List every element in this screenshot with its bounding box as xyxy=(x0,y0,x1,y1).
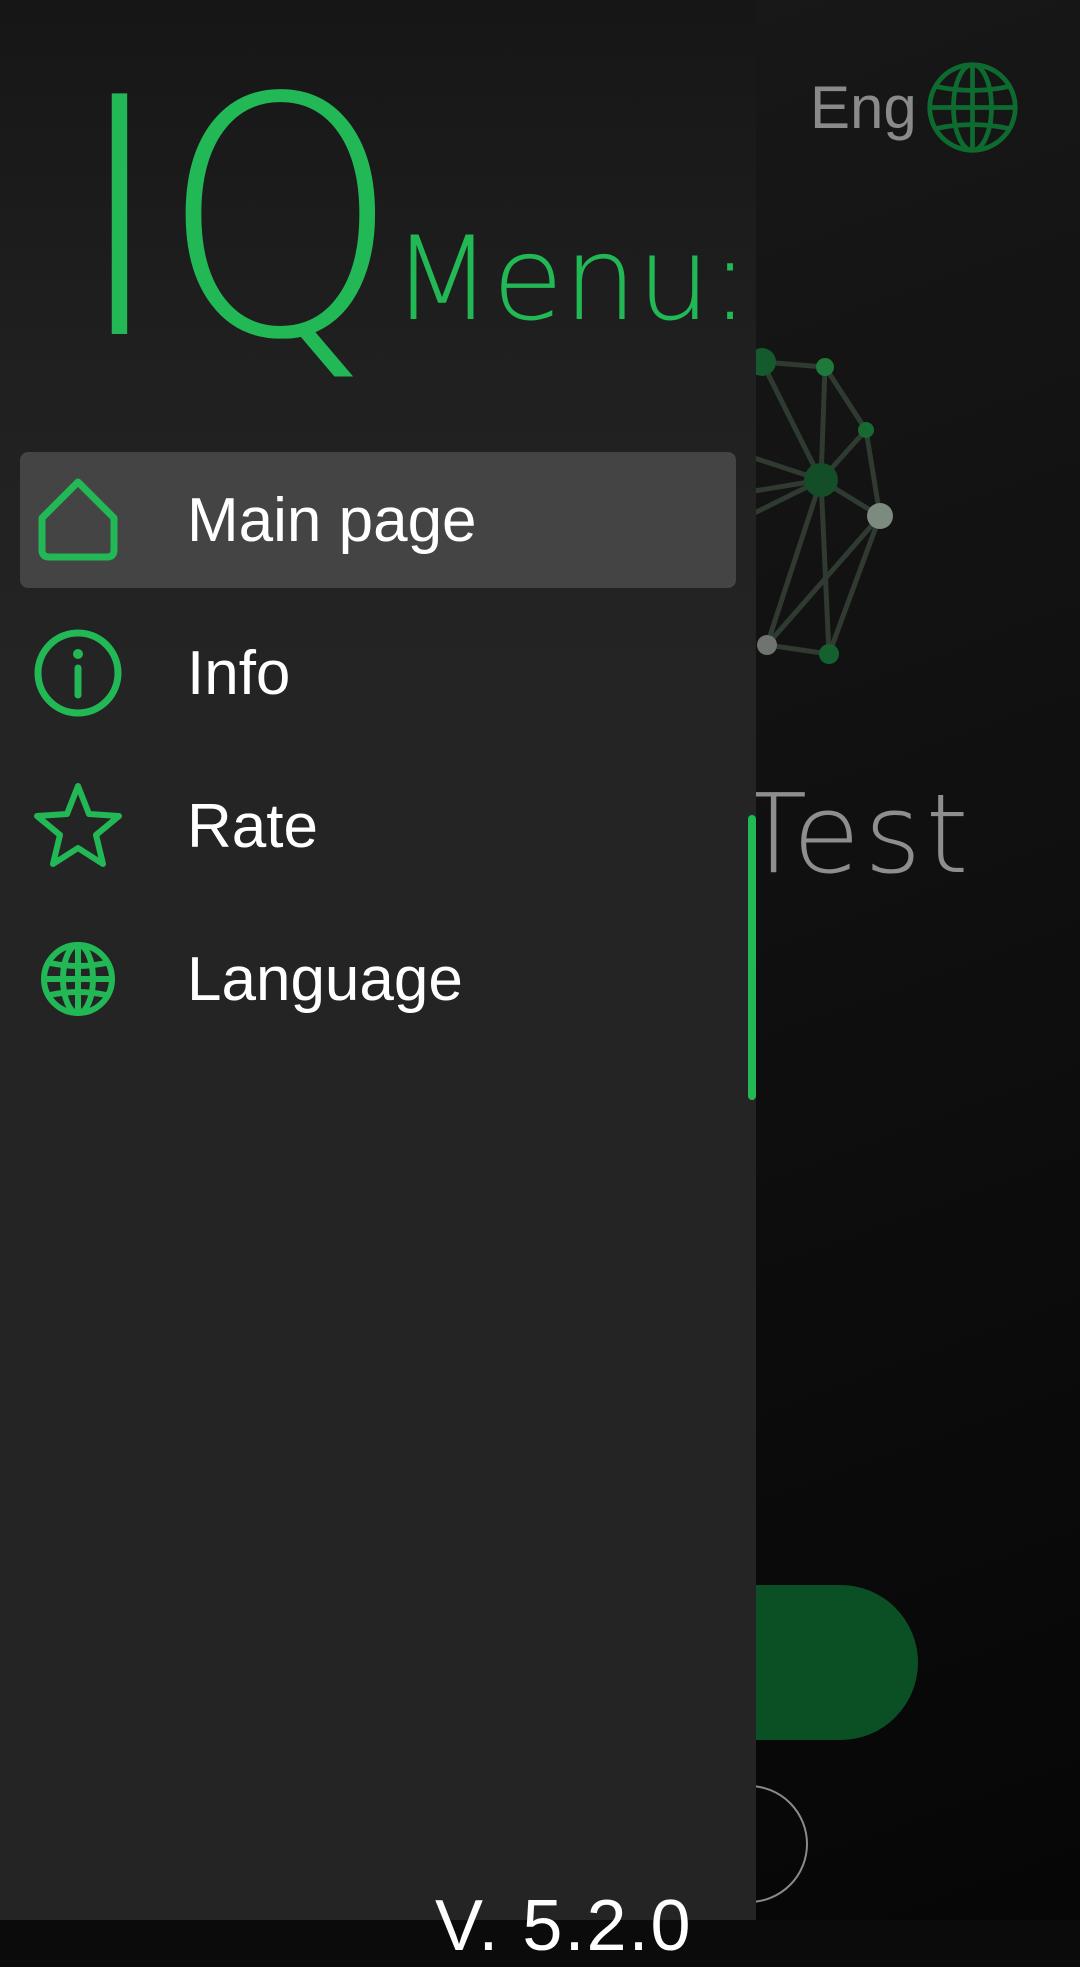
menu-item-label: Info xyxy=(187,638,291,708)
menu-list: Main page Info Rate Language xyxy=(20,452,736,1064)
menu-item-main-page[interactable]: Main page xyxy=(20,452,736,588)
menu-item-info[interactable]: Info xyxy=(20,605,736,741)
menu-item-language[interactable]: Language xyxy=(20,911,736,1047)
star-icon xyxy=(32,780,124,872)
navigation-drawer: IQ Menu: Main page Info Rate Language V.… xyxy=(0,0,756,1966)
app-version: V. 5.2.0 xyxy=(435,1886,693,1966)
language-label: Eng xyxy=(810,74,917,141)
menu-item-rate[interactable]: Rate xyxy=(20,758,736,894)
drawer-scroll-indicator xyxy=(748,815,756,1100)
menu-item-label: Rate xyxy=(187,791,318,861)
app-logo: IQ xyxy=(75,28,400,412)
menu-heading: Menu: xyxy=(392,212,750,347)
home-icon xyxy=(32,474,124,566)
test-title: Test xyxy=(740,770,973,898)
language-switch[interactable]: Eng xyxy=(810,60,1020,155)
globe-icon xyxy=(927,62,1018,153)
menu-item-label: Language xyxy=(187,944,463,1014)
info-icon xyxy=(32,627,124,719)
globe-icon xyxy=(32,933,124,1025)
menu-item-label: Main page xyxy=(187,485,477,555)
